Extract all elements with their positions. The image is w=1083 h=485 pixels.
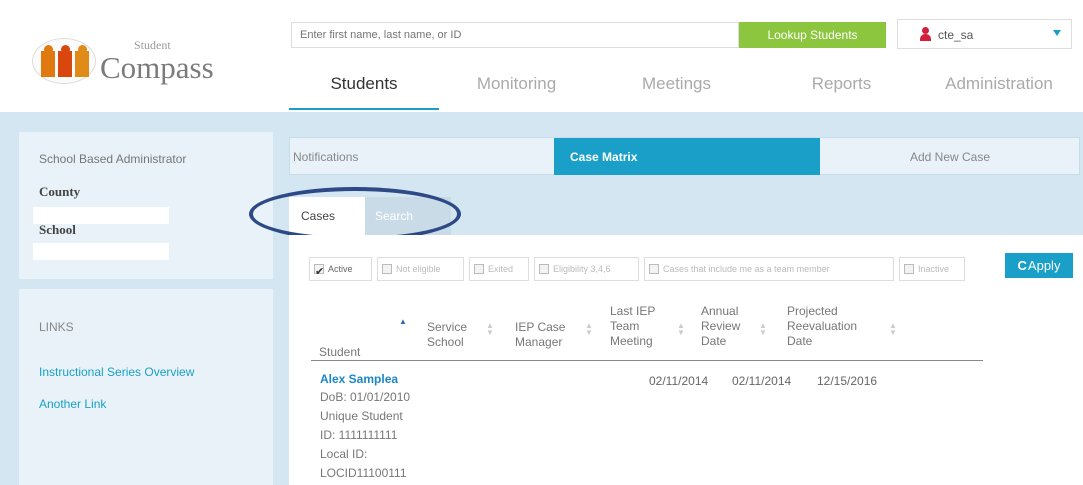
subtab-case-matrix[interactable]: Case Matrix [554,138,820,176]
student-compass-logo[interactable]: Student Compass [30,30,250,90]
filter-eligibility[interactable]: Eligibility 3,4,6 [534,257,639,281]
cell-last-iep: 02/11/2014 [649,374,709,388]
th-line: Meeting [610,334,653,348]
student-search-input[interactable] [291,22,739,48]
th-line: Projected [787,304,838,318]
sort-icon[interactable]: ▲ ▼ [889,322,897,337]
subtab-add-new-case[interactable]: Add New Case [820,138,1080,176]
cell-projected-reevaluation: 12/15/2016 [817,374,878,388]
nav-tab-monitoring[interactable]: Monitoring [449,58,584,110]
filter-label: Active [328,264,353,274]
nav-tab-administration[interactable]: Administration [919,58,1079,110]
filter-not-eligible[interactable]: Not eligible [377,257,464,281]
user-name: cte_sa [938,28,974,42]
table-header-divider [311,360,983,361]
subtab-notifications[interactable]: Notifications [293,138,557,176]
checkbox-icon [382,264,392,274]
student-local-id-label: Local ID: [320,447,368,461]
checkbox-icon [474,264,484,274]
filter-label: Not eligible [396,264,441,274]
th-line: Team [610,319,640,333]
user-menu-dropdown[interactable]: cte_sa [897,19,1072,49]
user-icon [920,27,931,41]
filter-bar: Active Not eligible Exited Eligibility 3… [309,257,999,283]
sort-icon[interactable]: ▲ ▼ [759,322,767,337]
main-nav: Students Monitoring Meetings Reports Adm… [289,58,1079,110]
checkbox-icon [904,264,914,274]
th-annual-review-date[interactable]: Annual Review Date [701,304,740,349]
school-label: School [39,222,76,237]
sort-icon[interactable]: ▲ ▼ [677,322,685,337]
checkbox-icon [314,261,324,283]
nav-tab-reports[interactable]: Reports [774,58,909,110]
filter-label: Exited [488,264,514,274]
th-last-iep-meeting[interactable]: Last IEP Team Meeting [610,304,655,349]
th-line: Date [701,334,727,348]
th-line: Date [787,334,813,348]
filter-label: Inactive [918,264,950,274]
student-dob: DoB: 01/01/2010 [320,390,411,404]
county-label: County [39,184,81,199]
th-line: Service [427,320,468,334]
th-line: Annual [701,304,739,318]
th-iep-case-manager[interactable]: IEP Case Manager [515,320,565,350]
filter-exited[interactable]: Exited [469,257,529,281]
th-service-school[interactable]: Service School [427,320,467,350]
header: Student Compass Lookup Students cte_sa S… [0,0,1083,112]
caret-down-icon [1053,30,1061,36]
student-unique-id: ID: 1111111111 [320,428,398,442]
checkbox-icon [649,264,659,274]
sidebar-link-another[interactable]: Another Link [39,397,106,411]
apply-button[interactable]: CApply [1005,253,1073,278]
filter-label: Eligibility 3,4,6 [553,264,611,274]
nav-tab-meetings[interactable]: Meetings [609,58,744,110]
th-line: Review [701,319,741,333]
sidebar-link-instructional-series[interactable]: Instructional Series Overview [39,365,194,379]
th-line: Manager [515,335,563,349]
nav-tab-students[interactable]: Students [289,58,439,110]
filter-label: Cases that include me as a team member [663,264,830,274]
cell-annual-review: 02/11/2014 [732,374,792,388]
sidebar-divider [19,279,273,289]
annotation-oval [249,187,461,241]
th-line: Last IEP [610,304,656,318]
filter-team-member[interactable]: Cases that include me as a team member [644,257,894,281]
links-title: LINKS [39,320,74,334]
th-line: School [427,335,464,349]
sidebar: School Based Administrator County School… [19,132,273,485]
filter-inactive[interactable]: Inactive [899,257,965,281]
sort-asc-icon[interactable]: ▲ [399,317,407,326]
th-line: Reevaluation [787,319,858,333]
filter-active[interactable]: Active [309,257,372,283]
people-logo-icon [32,38,96,84]
apply-label: Apply [1027,258,1061,273]
student-name-link[interactable]: Alex Samplea [320,372,398,386]
case-subtabs: Notifications Case Matrix Add New Case [289,137,1080,176]
school-field[interactable] [33,243,169,260]
sort-icon[interactable]: ▲ ▼ [486,322,494,337]
logo-title: Compass [100,50,214,85]
th-projected-reevaluation[interactable]: Projected Reevaluation Date [787,304,857,349]
student-unique-id-label: Unique Student [320,409,403,423]
main-panel: Cases Search Active Not eligible Exited … [249,175,1083,485]
refresh-icon: C [1017,258,1027,273]
th-line: IEP Case [515,320,566,334]
student-local-id: LOCID11100111 [320,466,407,480]
lookup-students-button[interactable]: Lookup Students [739,22,886,48]
checkbox-icon [539,264,549,274]
th-student[interactable]: Student [319,345,360,360]
sort-icon[interactable]: ▲ ▼ [585,322,593,337]
sidebar-role: School Based Administrator [39,152,187,166]
